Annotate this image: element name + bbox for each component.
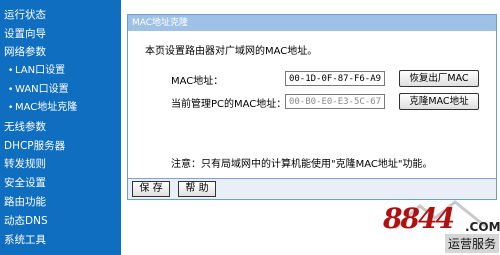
sidebar-item-ddns[interactable]: 动态DNS [4,214,48,228]
bullet-icon: • [8,85,14,95]
sidebar-item-dhcp[interactable]: DHCP服务器 [4,139,65,153]
pc-mac-address-field[interactable]: 00-B0-E0-E3-5C-67 [285,94,385,109]
pc-mac-address-label: 当前管理PC的MAC地址： [171,99,287,110]
site-watermark: 8844 .COM 运营服务 [375,198,500,255]
sidebar-item-label: WAN口设置 [15,84,69,95]
watermark-logo: 8844 [383,202,455,235]
button-bar: 保 存 帮 助 [128,178,496,199]
panel-description: 本页设置路由器对广域网的MAC地址。 [145,46,318,57]
sidebar-item-wireless[interactable]: 无线参数 [4,120,46,134]
mac-clone-panel: MAC地址克隆 本页设置路由器对广域网的MAC地址。 MAC地址： 00-1D-… [127,14,497,200]
sidebar-item-mac-clone[interactable]: • MAC地址克隆 [8,101,77,115]
sidebar-item-wizard[interactable]: 设置向导 [4,27,46,41]
watermark-subtitle: 运营服务 [445,234,500,253]
clone-mac-button[interactable]: 克隆MAC地址 [399,93,479,110]
sidebar-item-label: MAC地址克隆 [15,102,78,113]
sidebar-nav: 运行状态 设置向导 网络参数 • LAN口设置 • WAN口设置 • MAC地址克隆 … [0,0,121,255]
sidebar-item-routing[interactable]: 路由功能 [4,195,46,209]
bullet-icon: • [8,66,14,76]
mac-address-label: MAC地址： [171,76,224,87]
save-button[interactable]: 保 存 [132,181,170,197]
help-button[interactable]: 帮 助 [178,181,216,197]
watermark-dotcom: .COM [465,220,500,234]
sidebar-item-system-tools[interactable]: 系统工具 [4,233,46,247]
sidebar-item-status[interactable]: 运行状态 [4,8,46,22]
sidebar-item-wan[interactable]: • WAN口设置 [8,83,69,97]
sidebar-item-label: LAN口设置 [15,65,66,76]
mac-address-field[interactable]: 00-1D-0F-87-F6-A9 [285,71,385,86]
sidebar-item-security[interactable]: 安全设置 [4,176,46,190]
note-text: 注意：只有局域网中的计算机能使用"克隆MAC地址"功能。 [171,159,433,170]
sidebar-item-forwarding[interactable]: 转发规则 [4,157,46,171]
restore-factory-mac-button[interactable]: 恢复出厂MAC [399,70,479,87]
sidebar-item-lan[interactable]: • LAN口设置 [8,64,65,78]
sidebar-item-network[interactable]: 网络参数 [4,45,46,59]
panel-title: MAC地址克隆 [128,15,496,31]
bullet-icon: • [8,103,14,113]
